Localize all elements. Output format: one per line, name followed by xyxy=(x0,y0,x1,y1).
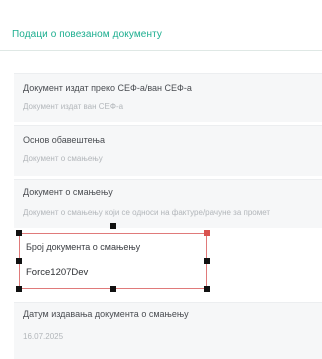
field-reduction-document-date[interactable]: Датум издавања документа о смањењу 16.07… xyxy=(14,302,322,359)
document-number-input[interactable]: Force1207Dev xyxy=(26,267,88,278)
section-header: Подаци о повезаном документу xyxy=(0,22,322,51)
resize-handle-bottom-right[interactable] xyxy=(204,286,210,292)
field-value: Документ о смањењу који се односи на фак… xyxy=(23,208,271,217)
field-label: Датум издавања документа о смањењу xyxy=(23,309,189,319)
resize-handle-middle-right[interactable] xyxy=(204,258,210,264)
field-reduction-document-number[interactable]: Број документа о смањењу Force1207Dev xyxy=(19,233,207,289)
resize-handle-top-left[interactable] xyxy=(16,230,22,236)
resize-handle-middle-left[interactable] xyxy=(16,258,22,264)
resize-handle-top-right[interactable] xyxy=(204,230,210,236)
resize-handle-bottom-center[interactable] xyxy=(110,286,116,292)
field-document-issued-via[interactable]: Документ издат преко СЕФ-а/ван СЕФ-а Док… xyxy=(14,73,322,122)
field-value: Документ издат ван СЕФ-а xyxy=(23,102,124,111)
field-reduction-document[interactable]: Документ о смањењу Документ о смањењу ко… xyxy=(14,179,322,228)
resize-handle-top-center[interactable] xyxy=(110,223,116,229)
field-notice-basis[interactable]: Основ обавештења Документ о смањењу xyxy=(14,125,322,176)
field-label: Основ обавештења xyxy=(23,135,105,145)
field-value: Документ о смањењу xyxy=(23,154,103,163)
field-value: 16.07.2025 xyxy=(23,332,64,341)
field-label: Документ о смањењу xyxy=(23,187,113,197)
resize-handle-bottom-left[interactable] xyxy=(16,286,22,292)
field-label: Документ издат преко СЕФ-а/ван СЕФ-а xyxy=(23,83,192,93)
section-title: Подаци о повезаном документу xyxy=(12,29,162,40)
field-label: Број документа о смањењу xyxy=(26,242,141,252)
